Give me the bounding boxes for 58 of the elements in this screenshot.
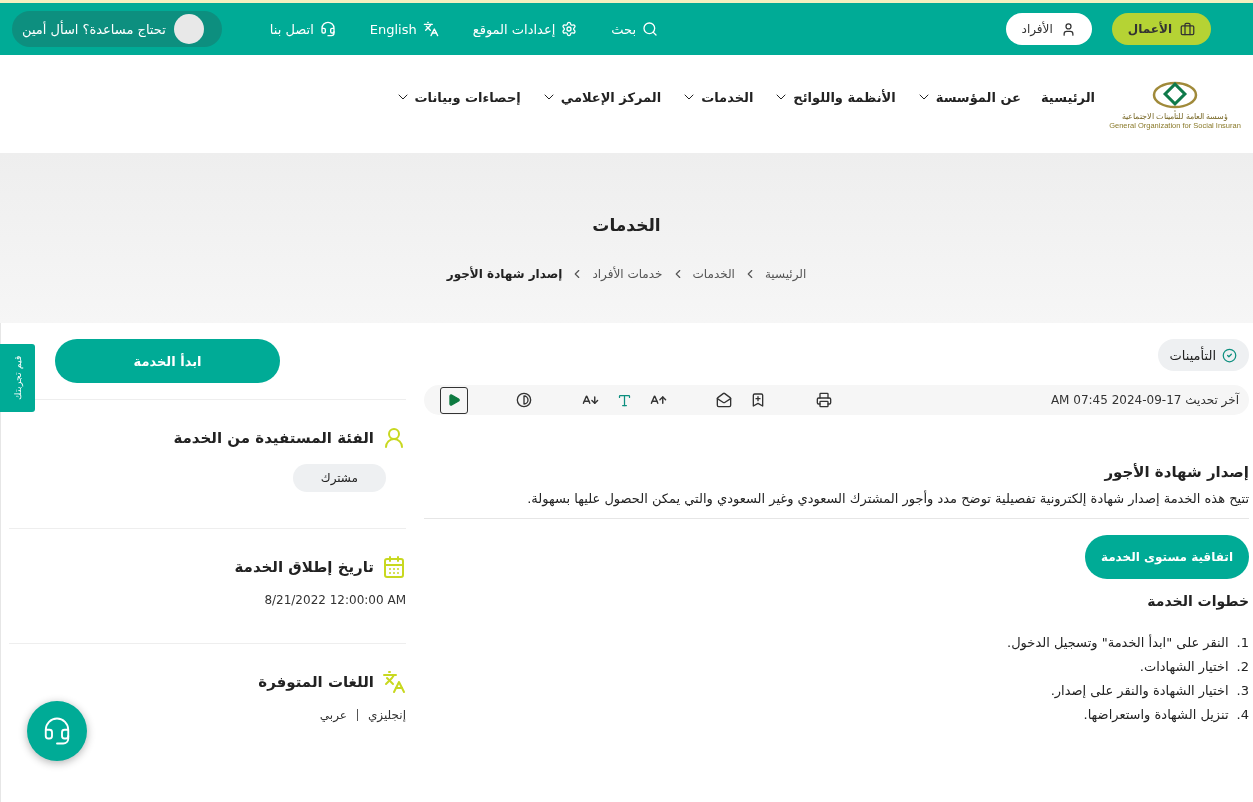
section-heading: اللغات المتوفرة	[258, 673, 374, 691]
logo-text: ؤسسة العامة للتأمينات الاجتماعية	[1122, 112, 1228, 121]
nav-item[interactable]: الأنظمة واللوائح	[773, 89, 896, 105]
breadcrumb-link[interactable]: خدمات الأفراد	[592, 267, 663, 281]
person-icon	[1060, 21, 1076, 37]
avatar-placeholder	[173, 14, 204, 44]
audience-chip: مشترك	[292, 464, 386, 492]
search-icon	[642, 21, 659, 37]
audience-toggle[interactable]: الأفراد	[1005, 13, 1092, 45]
step-text: اختيار الشهادة والنقر على إصدار.	[1050, 682, 1229, 701]
nav-item[interactable]: المركز الإعلامي	[540, 89, 662, 105]
section-heading: الفئة المستفيدة من الخدمة	[173, 429, 374, 447]
breadcrumb-link[interactable]: الرئيسية	[764, 267, 807, 281]
tag-label: التأمينات	[1169, 347, 1216, 363]
play-icon	[447, 393, 461, 407]
service-title: إصدار شهادة الأجور	[1103, 463, 1249, 481]
briefcase-icon	[1180, 21, 1195, 37]
steps-heading: خطوات الخدمة	[1146, 593, 1249, 609]
calendar-icon	[382, 555, 406, 579]
mail-button[interactable]	[714, 390, 734, 410]
breadcrumb-link[interactable]: الخدمات	[692, 267, 735, 281]
language-name: عربي	[319, 708, 347, 722]
contrast-button[interactable]	[514, 390, 534, 410]
help-button[interactable]: تحتاج مساعدة؟ اسأل أمين	[12, 11, 222, 47]
person-icon	[382, 426, 406, 450]
section-heading: تاريخ إطلاق الخدمة	[234, 558, 374, 576]
step-text: النقر على "ابدأ الخدمة" وتسجيل الدخول.	[1007, 633, 1229, 653]
headset-icon	[319, 21, 336, 37]
last-updated: آخر تحديث 17-09-2024 07:45 AM	[1050, 393, 1239, 407]
play-button[interactable]	[440, 386, 468, 414]
nav-item[interactable]: الخدمات	[681, 89, 754, 105]
step-text: اختيار الشهادات.	[1139, 658, 1229, 677]
service-description: تتيح هذه الخدمة إصدار شهادة إلكترونية تفصيلية توضح مدد وأجور المشترك السعودي وغير السعودي والتي يمكن الحصول عليها بسهولة.	[424, 491, 1249, 519]
settings-icon	[561, 21, 578, 37]
print-icon	[816, 392, 832, 408]
font-icon	[616, 392, 632, 408]
page-title: الخدمات	[592, 215, 661, 235]
launch-date: 8/21/2022 12:00:00 AM	[263, 593, 406, 607]
print-button[interactable]	[814, 390, 834, 410]
step-number: 3.	[1236, 682, 1249, 700]
step-text: تنزيل الشهادة واستعراضها.	[1083, 706, 1229, 725]
step-number: 1.	[1236, 634, 1249, 652]
breadcrumb-link[interactable]: إصدار شهادة الأجور	[446, 267, 563, 281]
nav-item[interactable]: عن المؤسسة	[915, 89, 1021, 105]
headset-icon	[42, 716, 72, 746]
bookmark-icon	[750, 392, 766, 408]
nav-item[interactable]: الرئيسية	[1040, 89, 1095, 105]
step-number: 4.	[1236, 706, 1249, 724]
mail-icon	[716, 392, 732, 408]
step-number: 2.	[1236, 658, 1249, 676]
audience-toggle[interactable]: الأعمال	[1111, 13, 1211, 45]
chat-button[interactable]	[27, 701, 87, 761]
check-circle-icon	[1222, 347, 1237, 363]
translate-icon	[382, 670, 406, 694]
nav-item[interactable]: إحصاءات وبيانات	[394, 89, 521, 105]
translate-icon	[422, 21, 439, 37]
contrast-icon	[516, 392, 532, 408]
language-name: إنجليزي	[367, 708, 406, 722]
